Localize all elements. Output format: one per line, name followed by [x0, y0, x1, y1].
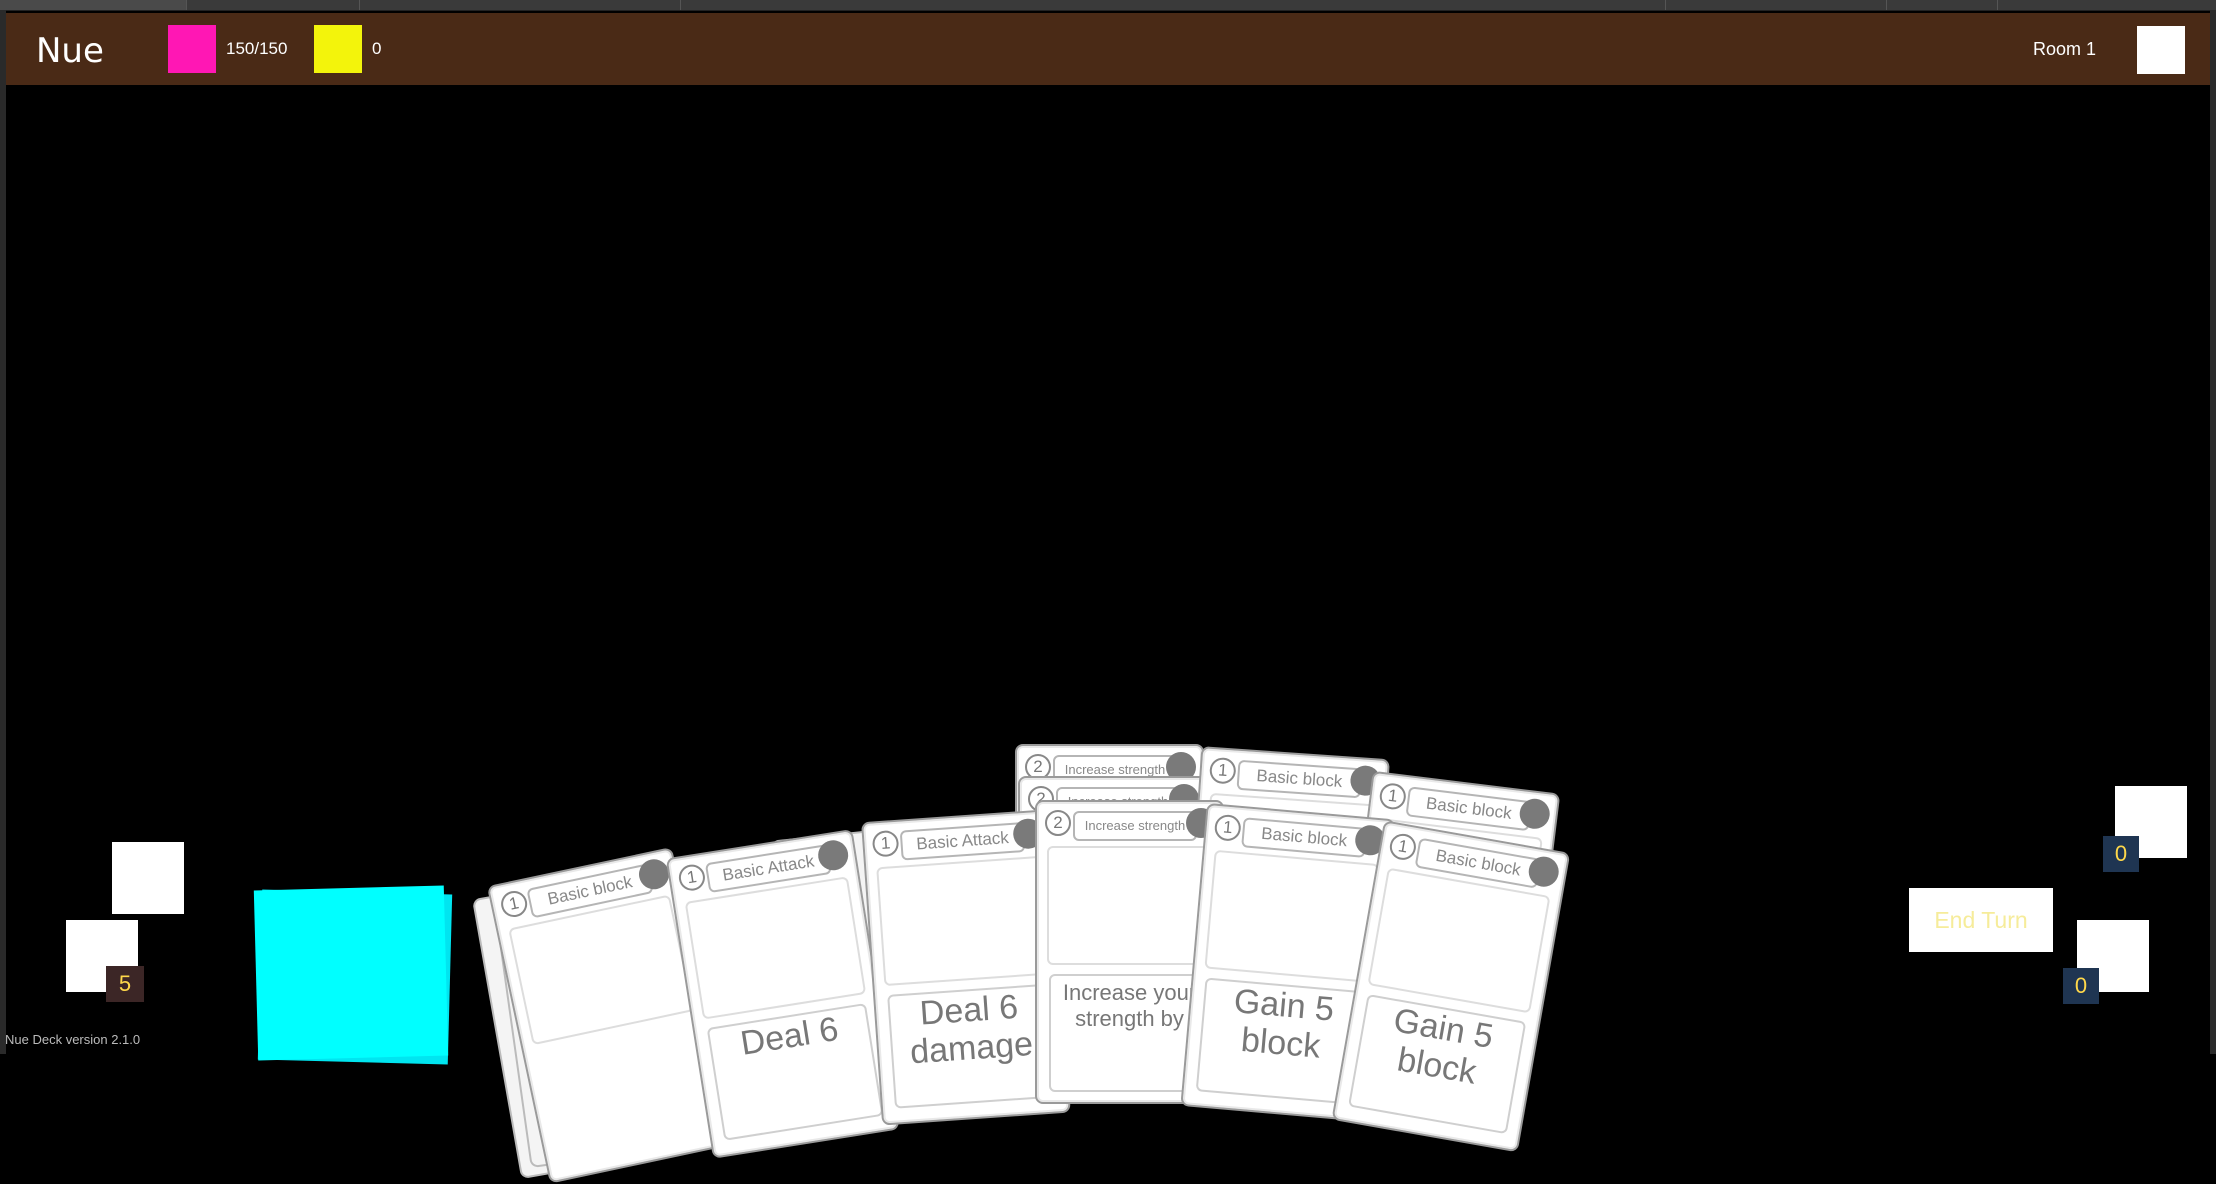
draw-pile-icon[interactable] — [112, 842, 184, 914]
version-label: Nue Deck version 2.1.0 — [5, 1032, 141, 1047]
viewport-border-left — [0, 10, 6, 1054]
room-label: Room 1 — [2033, 39, 2097, 59]
gold-icon — [314, 25, 362, 73]
card-art — [684, 876, 867, 1020]
menu-button[interactable] — [2137, 26, 2185, 74]
character-name: Nue — [36, 31, 104, 71]
editor-tab[interactable] — [0, 0, 187, 10]
discard-pile-count: 0 — [2063, 968, 2099, 1004]
card-title: Basic block — [1241, 817, 1368, 858]
card-cost: 1 — [1387, 831, 1418, 862]
card-description: Deal 6 — [706, 1003, 884, 1141]
card-description: Deal 6 damage — [887, 983, 1056, 1109]
card-title: Basic block — [1236, 759, 1363, 799]
editor-tab[interactable] — [1887, 0, 1998, 10]
editor-tab-strip — [0, 0, 2216, 11]
card-art — [1047, 846, 1212, 965]
card-cost: 1 — [1378, 781, 1408, 811]
editor-tab[interactable] — [1666, 0, 1887, 10]
card-title: Increase strength — [1073, 811, 1197, 841]
gold-value: 0 — [372, 39, 382, 58]
card-cost: 1 — [871, 829, 900, 858]
card-cost: 2 — [1045, 810, 1071, 836]
viewport-border-right — [2210, 10, 2216, 1054]
card-cost: 1 — [677, 862, 707, 893]
card-cost: 1 — [1208, 756, 1237, 785]
top-status-bar: Nue 150/150 0 Room 1 — [6, 13, 2210, 85]
editor-tab[interactable] — [681, 0, 1666, 10]
editor-tab[interactable] — [360, 0, 681, 10]
end-turn-button[interactable]: End Turn — [1909, 888, 2053, 952]
health-value: 150/150 — [226, 39, 288, 58]
exhaust-pile-count: 0 — [2103, 836, 2139, 872]
health-icon — [168, 25, 216, 73]
card-description: Gain 5 block — [1348, 993, 1527, 1135]
card-cost: 1 — [498, 888, 530, 920]
card-art — [1204, 849, 1380, 983]
editor-tab[interactable] — [187, 0, 360, 10]
card-art — [1367, 867, 1551, 1014]
card-title: Basic Attack — [899, 822, 1026, 861]
card-art — [876, 855, 1050, 987]
draw-pile-count: 5 — [106, 966, 144, 1002]
deck-stack[interactable] — [253, 885, 449, 1061]
card-cost: 1 — [1213, 813, 1242, 842]
